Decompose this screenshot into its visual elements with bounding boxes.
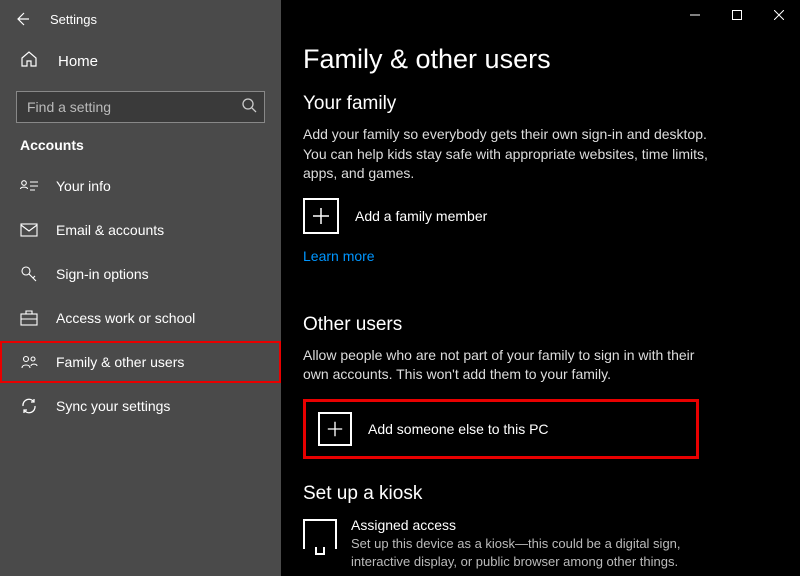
mail-icon (20, 221, 38, 239)
assigned-access-desc: Set up this device as a kiosk—this could… (351, 535, 711, 570)
your-family-section: Your family Add your family so everybody… (303, 93, 778, 292)
minimize-button[interactable] (674, 0, 716, 30)
minimize-icon (690, 10, 700, 20)
sidebar-category: Accounts (0, 137, 281, 165)
main-content: Family & other users Your family Add you… (281, 0, 800, 576)
search-input[interactable] (16, 91, 265, 123)
plus-icon (303, 198, 339, 234)
back-button[interactable] (8, 5, 36, 33)
add-family-member-button[interactable]: Add a family member (303, 198, 778, 234)
add-other-user-label: Add someone else to this PC (368, 421, 549, 437)
arrow-left-icon (14, 11, 30, 27)
your-family-heading: Your family (303, 93, 778, 115)
close-button[interactable] (758, 0, 800, 30)
learn-more-link[interactable]: Learn more (303, 248, 375, 264)
kiosk-heading: Set up a kiosk (303, 483, 778, 505)
settings-sidebar: Settings Home Accounts Your info Email &… (0, 0, 281, 576)
key-icon (20, 265, 38, 283)
your-family-desc: Add your family so everybody gets their … (303, 125, 723, 184)
window-controls (674, 0, 800, 30)
other-users-heading: Other users (303, 314, 778, 336)
maximize-icon (732, 10, 742, 20)
sidebar-item-your-info[interactable]: Your info (0, 165, 281, 207)
search-icon (241, 97, 257, 118)
sidebar-item-label: Sign-in options (56, 266, 149, 282)
sidebar-item-access-work-school[interactable]: Access work or school (0, 297, 281, 339)
people-icon (20, 353, 38, 371)
sidebar-item-signin-options[interactable]: Sign-in options (0, 253, 281, 295)
sidebar-item-label: Family & other users (56, 354, 184, 370)
page-title: Family & other users (303, 44, 778, 75)
briefcase-icon (20, 309, 38, 327)
other-users-desc: Allow people who are not part of your fa… (303, 346, 723, 385)
plus-icon (318, 412, 352, 446)
sidebar-item-email-accounts[interactable]: Email & accounts (0, 209, 281, 251)
sync-icon (20, 397, 38, 415)
assigned-access-button[interactable]: Assigned access Set up this device as a … (303, 517, 778, 570)
sidebar-item-label: Your info (56, 178, 111, 194)
search-wrap (16, 91, 265, 123)
app-title: Settings (50, 12, 97, 27)
titlebar: Settings (0, 0, 281, 38)
kiosk-section: Set up a kiosk Assigned access Set up th… (303, 483, 778, 570)
monitor-icon (303, 519, 337, 549)
maximize-button[interactable] (716, 0, 758, 30)
sidebar-nav: Your info Email & accounts Sign-in optio… (0, 165, 281, 427)
assigned-access-title: Assigned access (351, 517, 711, 533)
sidebar-item-family-other-users[interactable]: Family & other users (0, 341, 281, 383)
sidebar-item-label: Access work or school (56, 310, 195, 326)
sidebar-item-sync-settings[interactable]: Sync your settings (0, 385, 281, 427)
person-card-icon (20, 177, 38, 195)
sidebar-item-label: Sync your settings (56, 398, 170, 414)
sidebar-home-label: Home (58, 53, 98, 70)
sidebar-item-label: Email & accounts (56, 222, 164, 238)
close-icon (774, 10, 784, 20)
home-icon (20, 50, 38, 73)
sidebar-home[interactable]: Home (0, 38, 281, 85)
add-other-user-button[interactable]: Add someone else to this PC (303, 399, 699, 459)
add-family-member-label: Add a family member (355, 208, 487, 224)
other-users-section: Other users Allow people who are not par… (303, 314, 778, 459)
